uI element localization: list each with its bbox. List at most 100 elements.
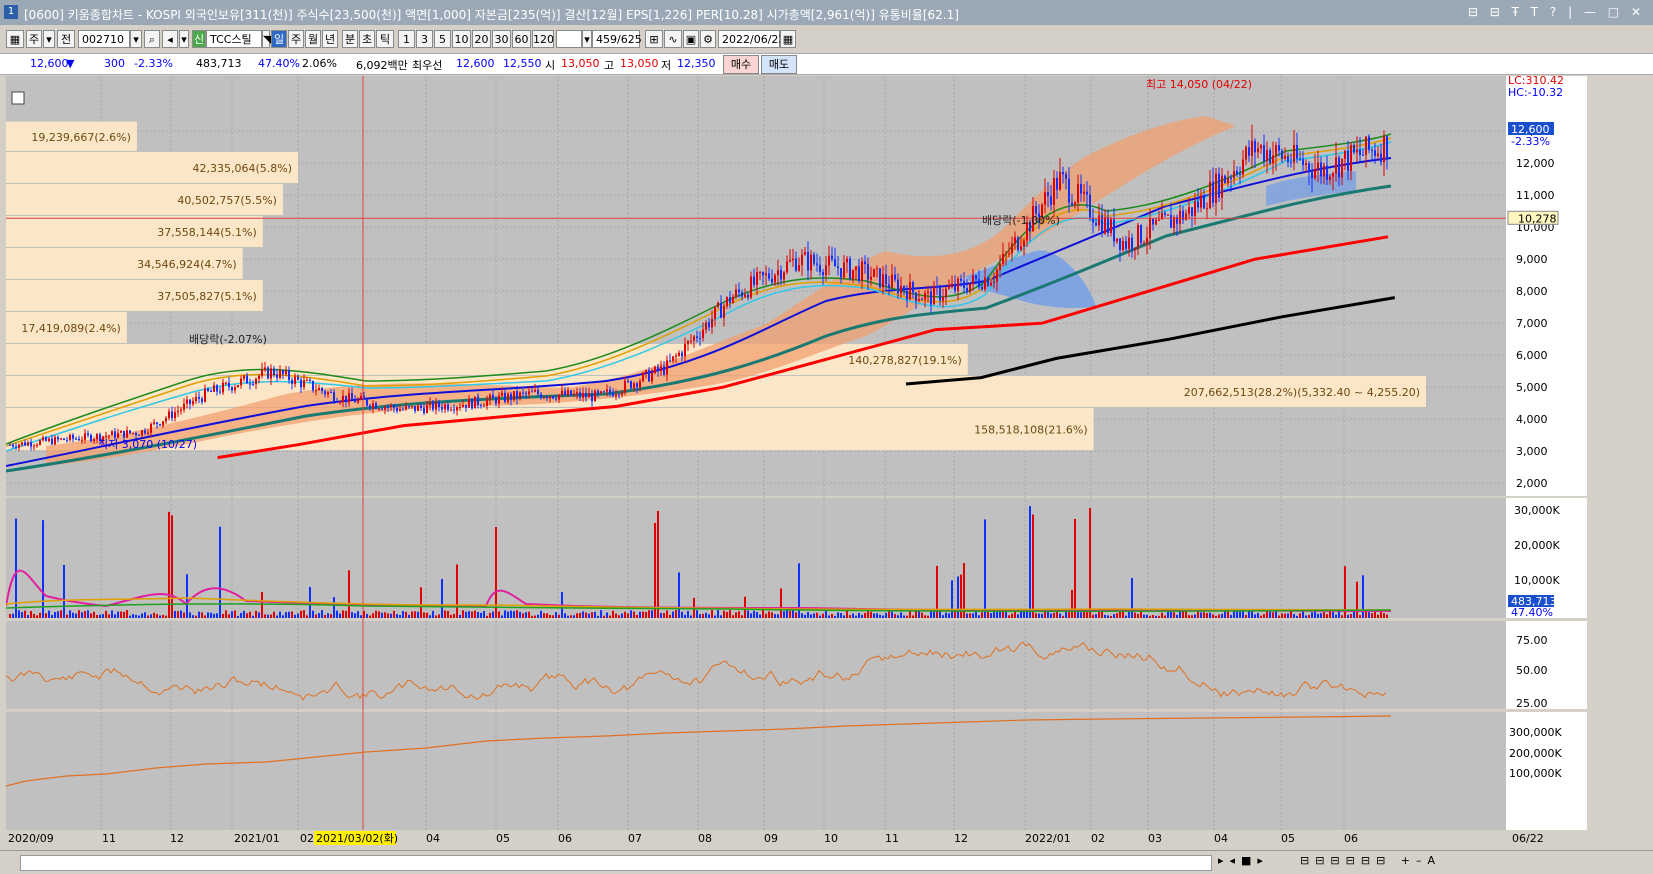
candle-body bbox=[141, 430, 143, 436]
x-tick-label: 02 bbox=[300, 832, 314, 845]
zoom-tools-icon[interactable]: ⊟⊟⊟⊟⊟⊟ +–A bbox=[1300, 854, 1441, 867]
profile-toggle-icon[interactable] bbox=[11, 91, 25, 105]
number-button[interactable]: 60 bbox=[512, 30, 531, 48]
volume-bar bbox=[396, 614, 398, 618]
candle-body bbox=[1068, 178, 1070, 203]
chart-area[interactable]: 19,239,667(2.6%) 42,335,064(5.8%) 40,502,7… bbox=[6, 76, 1587, 846]
interval-year-button[interactable]: 년 bbox=[322, 30, 338, 48]
candle-body bbox=[504, 392, 506, 402]
speaker-dropdown-icon[interactable]: ▾ bbox=[179, 30, 189, 48]
candle-body bbox=[456, 407, 458, 411]
volume-bar bbox=[387, 613, 389, 618]
layout-icon[interactable]: ▦ bbox=[6, 30, 24, 48]
settings-gear-icon[interactable]: ⚙ bbox=[700, 30, 716, 48]
volume-bar bbox=[117, 611, 119, 618]
interval-month-button[interactable]: 월 bbox=[305, 30, 321, 48]
candle-body bbox=[1269, 150, 1271, 164]
candle-body bbox=[1209, 181, 1211, 209]
volume-bar bbox=[1287, 613, 1289, 618]
stock-code-input[interactable]: 002710 bbox=[78, 30, 130, 48]
buy-button[interactable]: 매수 bbox=[723, 55, 759, 74]
volume-bar bbox=[570, 615, 572, 618]
candle-body bbox=[1329, 176, 1331, 180]
candle-body bbox=[1200, 195, 1202, 208]
bar-count-field[interactable]: 459/625 bbox=[592, 30, 642, 48]
save-icon[interactable]: ▣ bbox=[683, 30, 699, 48]
volume-bar bbox=[138, 615, 140, 618]
candle-body bbox=[1260, 145, 1262, 149]
volume-bar bbox=[708, 614, 710, 618]
interval-day-button[interactable]: 일 bbox=[271, 30, 287, 48]
candle-body bbox=[360, 396, 362, 400]
horizontal-scrollbar[interactable] bbox=[20, 855, 1212, 871]
volume-bar bbox=[327, 613, 329, 618]
candle-body bbox=[981, 287, 983, 290]
volume-bar bbox=[222, 614, 224, 618]
stock-name-dropdown-icon[interactable]: ◥ bbox=[262, 30, 271, 48]
volume-bar bbox=[1041, 613, 1043, 618]
period-week-button[interactable]: 주 bbox=[26, 30, 42, 48]
window-controls[interactable]: ⊟ ⊟ Ŧ T ? | — □ ✕ bbox=[1468, 5, 1645, 19]
number-button[interactable]: 30 bbox=[492, 30, 511, 48]
volume-bar bbox=[357, 611, 359, 618]
candle-body bbox=[54, 437, 56, 445]
volume-bar bbox=[1107, 615, 1109, 618]
interval-tick-button[interactable]: 틱 bbox=[376, 30, 394, 48]
number-button[interactable]: 20 bbox=[472, 30, 491, 48]
candle-body bbox=[291, 379, 293, 384]
volume-bar bbox=[444, 610, 446, 618]
candle-body bbox=[195, 396, 197, 401]
candle-body bbox=[510, 393, 512, 401]
period-dropdown-icon[interactable]: ▾ bbox=[43, 30, 55, 48]
volume-bar bbox=[1005, 611, 1007, 618]
custom-number-dropdown-icon[interactable]: ▾ bbox=[582, 30, 592, 48]
candle-body bbox=[1212, 181, 1214, 203]
candle-body bbox=[1218, 173, 1220, 198]
number-button[interactable]: 1 bbox=[398, 30, 415, 48]
interval-second-button[interactable]: 초 bbox=[359, 30, 375, 48]
speaker-icon[interactable]: ◂ bbox=[162, 30, 178, 48]
volume-bar bbox=[39, 612, 41, 618]
sell-button[interactable]: 매도 bbox=[761, 55, 797, 74]
price-axis-label: 8,000 bbox=[1516, 285, 1548, 298]
interval-minute-button[interactable]: 분 bbox=[342, 30, 358, 48]
volume-bar bbox=[216, 613, 218, 618]
candle-body bbox=[1371, 149, 1373, 151]
volume-bar bbox=[1053, 612, 1055, 618]
candle-body bbox=[438, 401, 440, 408]
price-axis-label: 12,000 bbox=[1516, 157, 1555, 170]
prev-button[interactable]: 전 bbox=[57, 30, 75, 48]
volume-bar bbox=[504, 610, 506, 618]
number-button[interactable]: 5 bbox=[434, 30, 451, 48]
volume-bar bbox=[567, 615, 569, 618]
date-input[interactable]: 2022/06/22 bbox=[718, 30, 785, 48]
trendline-icon[interactable]: ∿ bbox=[664, 30, 682, 48]
code-dropdown-icon[interactable]: ▾ bbox=[130, 30, 142, 48]
volume-bar bbox=[666, 610, 668, 618]
calendar-icon[interactable]: ▦ bbox=[780, 30, 796, 48]
draw-tool-icon[interactable]: ⊞ bbox=[645, 30, 663, 48]
interval-week-button[interactable]: 주 bbox=[288, 30, 304, 48]
volume-bar bbox=[576, 613, 578, 618]
volume-bar bbox=[1188, 615, 1190, 618]
x-tick-label: 04 bbox=[426, 832, 440, 845]
search-icon[interactable]: ⌕ bbox=[144, 30, 160, 48]
playback-controls-icon[interactable]: ▸◂■▸ bbox=[1218, 854, 1269, 867]
candle-body bbox=[417, 405, 419, 411]
candle-body bbox=[1203, 195, 1205, 209]
stock-name-field[interactable]: TCC스틸 bbox=[206, 30, 262, 48]
number-button[interactable]: 3 bbox=[416, 30, 433, 48]
volume-bar bbox=[186, 574, 188, 618]
candle-body bbox=[651, 372, 653, 382]
volume-bar bbox=[1143, 614, 1145, 618]
candle-body bbox=[753, 276, 755, 285]
candle-body bbox=[423, 407, 425, 413]
custom-number-input[interactable] bbox=[556, 30, 582, 48]
candle-body bbox=[189, 399, 191, 405]
candle-body bbox=[72, 435, 74, 439]
stock-chart-svg[interactable]: 19,239,667(2.6%) 42,335,064(5.8%) 40,502,7… bbox=[6, 76, 1587, 846]
number-button[interactable]: 10 bbox=[452, 30, 471, 48]
number-button[interactable]: 120 bbox=[532, 30, 554, 48]
volume-bar bbox=[861, 614, 863, 618]
volume-bar bbox=[18, 610, 20, 618]
